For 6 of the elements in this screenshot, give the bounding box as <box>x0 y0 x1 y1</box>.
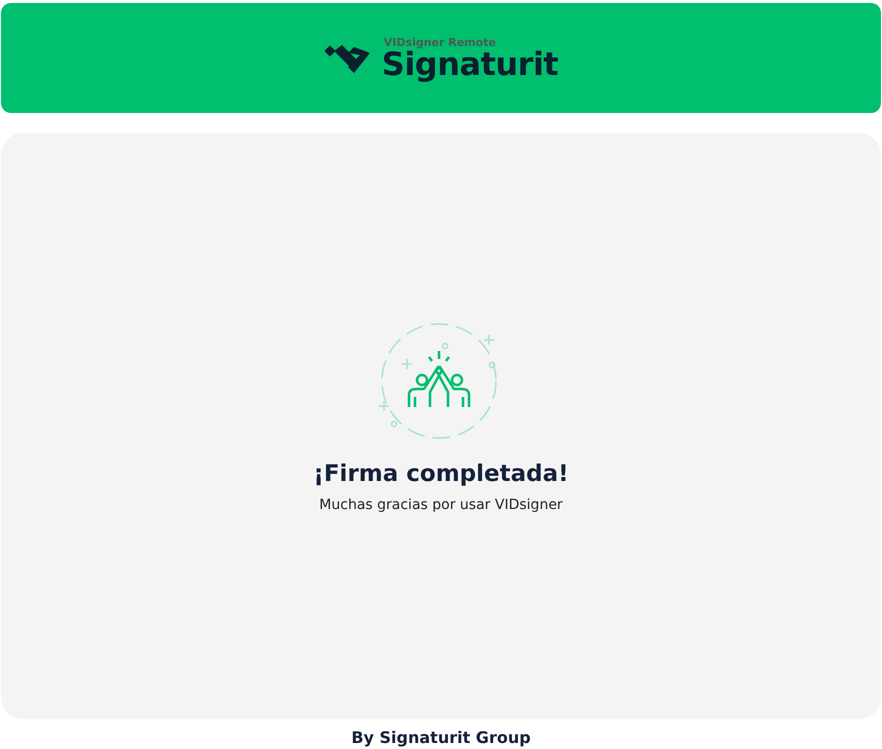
thank-you-text: Muchas gracias por usar VIDsigner <box>319 497 563 513</box>
brand-name: Signaturit <box>382 48 558 80</box>
footer-text: By Signaturit Group <box>350 728 532 747</box>
success-title: ¡Firma completada! <box>313 461 569 487</box>
product-subtitle: VIDsigner Remote <box>382 36 496 48</box>
logo-icon <box>324 43 372 73</box>
